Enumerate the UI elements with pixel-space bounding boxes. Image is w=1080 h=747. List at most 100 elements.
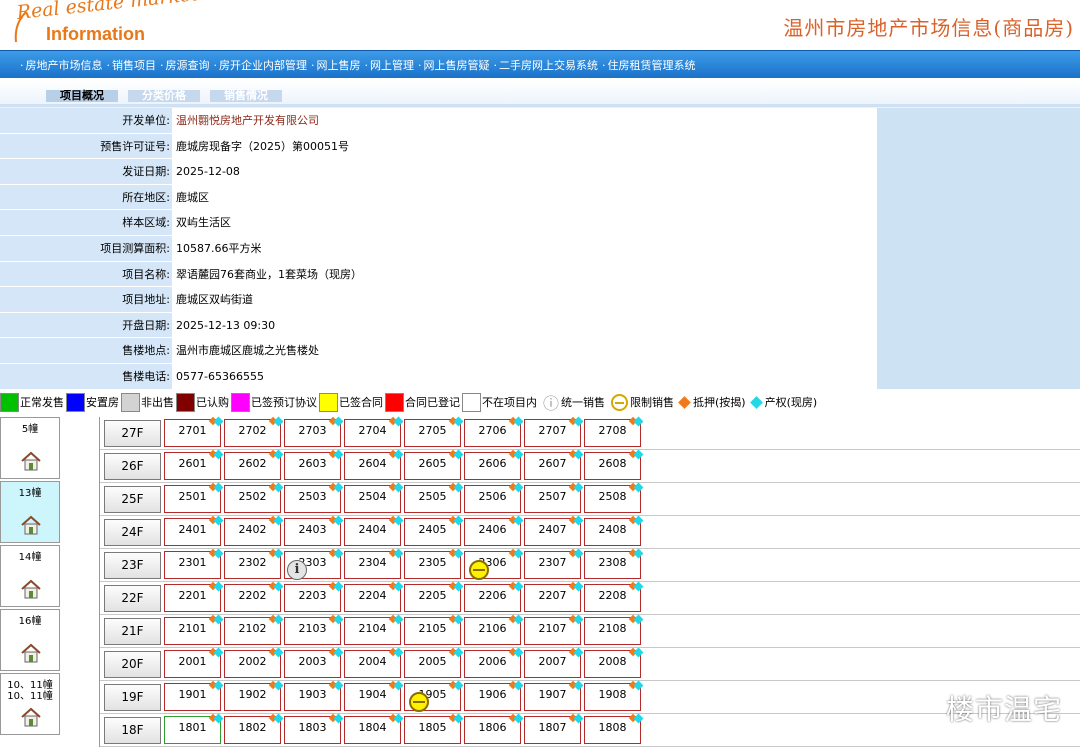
floor-label[interactable]: 23F [104, 552, 161, 579]
unit-cell[interactable]: 1808 [584, 713, 644, 744]
unit-cell[interactable]: 2408 [584, 515, 644, 546]
unit-cell[interactable]: 2502 [224, 482, 284, 513]
unit-cell[interactable]: 2606 [464, 449, 524, 480]
unit-cell[interactable]: 2208 [584, 581, 644, 612]
floor-label[interactable]: 18F [104, 717, 161, 744]
nav-item[interactable]: 网上售房管疑 [418, 57, 490, 73]
unit-cell[interactable]: 2108 [584, 614, 644, 645]
unit-cell[interactable]: 2605 [404, 449, 464, 480]
unit-cell[interactable]: 1805 [404, 713, 464, 744]
unit-cell[interactable]: 1905 [404, 680, 464, 712]
unit-cell[interactable]: 1804 [344, 713, 404, 744]
unit-cell[interactable]: 2003 [284, 647, 344, 678]
info-value[interactable]: 温州翾悦房地产开发有限公司 [172, 108, 876, 133]
unit-cell[interactable]: 2406 [464, 515, 524, 546]
unit-cell[interactable]: 2704 [344, 416, 404, 447]
nav-item[interactable]: 二手房网上交易系统 [494, 57, 598, 73]
unit-cell[interactable]: 2506 [464, 482, 524, 513]
unit-cell[interactable]: 1904 [344, 680, 404, 711]
unit-cell[interactable]: 2305 [404, 548, 464, 579]
tab-sales[interactable]: 销售情况 [210, 90, 282, 102]
floor-label[interactable]: 25F [104, 486, 161, 513]
unit-cell[interactable]: 1803 [284, 713, 344, 744]
floor-label[interactable]: 22F [104, 585, 161, 612]
unit-cell[interactable]: 1906 [464, 680, 524, 711]
unit-cell[interactable]: 2507 [524, 482, 584, 513]
building-item[interactable]: 16幢 [0, 609, 60, 671]
unit-cell[interactable]: 2602 [224, 449, 284, 480]
unit-cell[interactable]: 2603 [284, 449, 344, 480]
floor-label[interactable]: 21F [104, 618, 161, 645]
unit-cell[interactable]: 2102 [224, 614, 284, 645]
unit-cell[interactable]: 2301 [164, 548, 224, 579]
unit-cell[interactable]: 2404 [344, 515, 404, 546]
unit-cell[interactable]: 2604 [344, 449, 404, 480]
unit-cell[interactable]: 2701 [164, 416, 224, 447]
unit-cell[interactable]: 2403 [284, 515, 344, 546]
unit-cell[interactable]: 1907 [524, 680, 584, 711]
nav-item[interactable]: 房地产市场信息 [20, 57, 103, 73]
floor-label[interactable]: 27F [104, 420, 161, 447]
building-item[interactable]: 14幢 [0, 545, 60, 607]
building-item[interactable]: 10、11幢 10、11幢 [0, 673, 60, 735]
unit-cell[interactable]: 2006 [464, 647, 524, 678]
unit-cell[interactable]: 2402 [224, 515, 284, 546]
unit-cell[interactable]: 2508 [584, 482, 644, 513]
unit-cell[interactable]: 2302 [224, 548, 284, 579]
unit-cell[interactable]: 2204 [344, 581, 404, 612]
unit-cell[interactable]: 2705 [404, 416, 464, 447]
building-item[interactable]: 13幢 [0, 481, 60, 543]
unit-cell[interactable]: 2706 [464, 416, 524, 447]
building-item[interactable]: 5幢 [0, 417, 60, 479]
floor-label[interactable]: 20F [104, 651, 161, 678]
tab-price[interactable]: 分类价格 [128, 90, 200, 102]
unit-cell[interactable]: 1802 [224, 713, 284, 744]
unit-cell[interactable]: 2008 [584, 647, 644, 678]
unit-cell[interactable]: 2002 [224, 647, 284, 678]
unit-cell[interactable]: 2601 [164, 449, 224, 480]
nav-item[interactable]: 房开企业内部管理 [214, 57, 307, 73]
unit-cell[interactable]: 2304 [344, 548, 404, 579]
unit-cell[interactable]: 1903 [284, 680, 344, 711]
unit-cell[interactable]: 2407 [524, 515, 584, 546]
nav-item[interactable]: 网上管理 [365, 57, 414, 73]
unit-cell[interactable]: 2007 [524, 647, 584, 678]
unit-cell[interactable]: 2107 [524, 614, 584, 645]
unit-cell[interactable]: 2203 [284, 581, 344, 612]
floor-label[interactable]: 24F [104, 519, 161, 546]
unit-cell[interactable]: 2501 [164, 482, 224, 513]
unit-cell[interactable]: 2708 [584, 416, 644, 447]
unit-cell[interactable]: 2607 [524, 449, 584, 480]
unit-cell[interactable]: 2608 [584, 449, 644, 480]
unit-cell[interactable]: 2306 [464, 548, 524, 580]
unit-cell[interactable]: 1902 [224, 680, 284, 711]
unit-cell[interactable]: 2405 [404, 515, 464, 546]
unit-cell[interactable]: 2106 [464, 614, 524, 645]
unit-cell[interactable]: 1901 [164, 680, 224, 711]
nav-item[interactable]: 房源查询 [160, 57, 210, 73]
unit-cell[interactable]: 1806 [464, 713, 524, 744]
unit-cell[interactable]: 2202 [224, 581, 284, 612]
unit-cell[interactable]: 2303 i [284, 548, 344, 580]
unit-cell[interactable]: 2104 [344, 614, 404, 645]
unit-cell[interactable]: 2105 [404, 614, 464, 645]
unit-cell[interactable]: 2205 [404, 581, 464, 612]
unit-cell[interactable]: 2307 [524, 548, 584, 579]
nav-item[interactable]: 销售项目 [107, 57, 156, 73]
unit-cell[interactable]: 2201 [164, 581, 224, 612]
unit-cell[interactable]: 2101 [164, 614, 224, 645]
unit-cell[interactable]: 2206 [464, 581, 524, 612]
nav-item[interactable]: 网上售房 [311, 57, 361, 73]
unit-cell[interactable]: 2103 [284, 614, 344, 645]
unit-cell[interactable]: 2505 [404, 482, 464, 513]
floor-label[interactable]: 19F [104, 684, 161, 711]
unit-cell[interactable]: 2308 [584, 548, 644, 579]
unit-cell[interactable]: 2207 [524, 581, 584, 612]
unit-cell[interactable]: 2001 [164, 647, 224, 678]
unit-cell[interactable]: 2504 [344, 482, 404, 513]
unit-cell[interactable]: 2401 [164, 515, 224, 546]
unit-cell[interactable]: 1908 [584, 680, 644, 711]
unit-cell[interactable]: 1801 [164, 713, 224, 744]
unit-cell[interactable]: 2004 [344, 647, 404, 678]
unit-cell[interactable]: 1807 [524, 713, 584, 744]
